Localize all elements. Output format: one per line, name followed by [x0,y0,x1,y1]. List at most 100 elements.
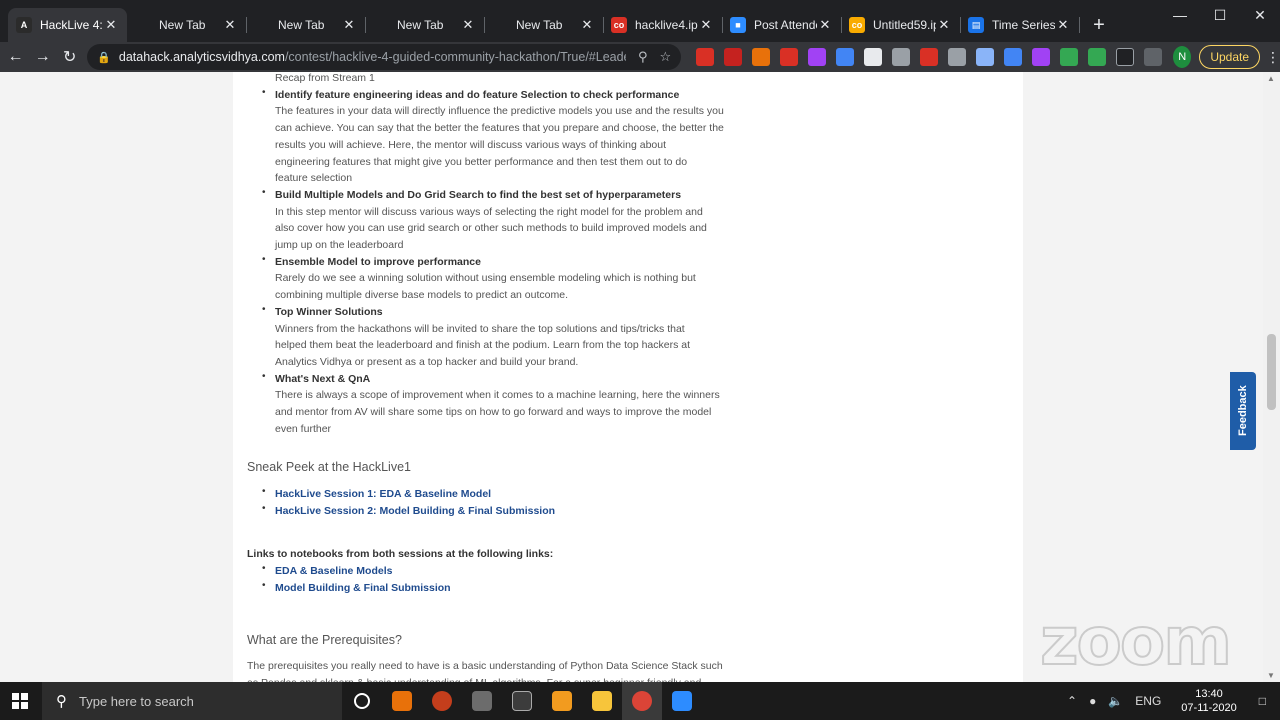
address-bar[interactable]: 🔒 datahack.analyticsvidhya.com /contest/… [87,44,682,70]
scrollbar-thumb[interactable] [1267,334,1276,410]
extension-icon[interactable] [1088,48,1107,66]
section-line: There is always a scope of improvement w… [275,389,720,402]
scroll-down-icon[interactable]: ▼ [1267,671,1275,680]
tab-close-icon[interactable]: ✕ [698,17,714,33]
network-icon[interactable]: ● [1089,694,1096,708]
chrome-icon[interactable] [622,682,662,720]
tab-label: Post Attendee [754,18,817,32]
extension-icon[interactable] [1004,48,1023,66]
section-line: Analytics Vidhya or present as a top hac… [275,355,579,368]
bullet-dot: • [262,86,266,98]
tab-7[interactable]: co Untitled59.ipy✕ [841,8,961,42]
section-title: What's Next & QnA [275,372,371,385]
tab-0[interactable]: A HackLive 4: Gu✕ [8,8,127,42]
forward-button[interactable]: → [31,43,54,71]
extension-icon[interactable] [1060,48,1079,66]
tab-favicon-icon: co [849,17,865,33]
sublime-text-icon[interactable] [542,682,582,720]
url-host: datahack.analyticsvidhya.com [118,50,285,64]
sneak-peek-heading: Sneak Peek at the HackLive1 [247,460,411,474]
maximize-icon[interactable]: ☐ [1200,0,1240,30]
system-tray: ⌃ ● 🔈 ENG 13:40 07-11-2020 □ [1061,682,1280,720]
extension-icon[interactable] [808,48,827,66]
extension-icon[interactable] [1116,48,1135,66]
tab-close-icon[interactable]: ✕ [103,17,119,33]
tab-close-icon[interactable]: ✕ [222,17,238,33]
tab-close-icon[interactable]: ✕ [1055,17,1071,33]
app-icon[interactable] [382,682,422,720]
tab-separator [1079,17,1080,33]
tab-close-icon[interactable]: ✕ [341,17,357,33]
section-title: Build Multiple Models and Do Grid Search… [275,188,682,201]
cortana-icon[interactable] [342,682,382,720]
bullet-dot: • [262,186,266,198]
tab-favicon-icon [373,17,389,33]
extension-icon[interactable] [976,48,995,66]
extension-icon[interactable] [752,48,771,66]
taskbar-search-placeholder: Type here to search [79,693,194,709]
scroll-up-icon[interactable]: ▲ [1267,74,1275,83]
clock[interactable]: 13:40 07-11-2020 [1181,687,1236,715]
tab-close-icon[interactable]: ✕ [936,17,952,33]
tab-favicon-icon: co [611,17,627,33]
extension-icon[interactable] [780,48,799,66]
adblock-extension-icon[interactable] [696,48,715,66]
scrollbar[interactable]: ▲ ▼ [1263,72,1280,682]
bullet-dot: • [262,579,266,591]
volume-icon[interactable]: 🔈 [1108,694,1123,708]
extension-icon[interactable] [892,48,911,66]
tab-3[interactable]: New Tab ✕ [365,8,485,42]
session-link[interactable]: HackLive Session 2: Model Building & Fin… [275,503,555,520]
file-explorer-icon[interactable] [582,682,622,720]
app-icon[interactable] [462,682,502,720]
update-button[interactable]: Update [1199,45,1261,69]
tab-label: New Tab [278,18,325,32]
tab-favicon-icon [254,17,270,33]
back-button[interactable]: ← [4,43,27,71]
tab-close-icon[interactable]: ✕ [579,17,595,33]
tab-favicon-icon [135,17,151,33]
extension-icon[interactable] [724,48,743,66]
prerequisites-heading: What are the Prerequisites? [247,633,402,647]
windows-start-icon[interactable] [0,682,40,720]
search-icon[interactable]: ⚲ [638,49,648,65]
tab-1[interactable]: New Tab ✕ [127,8,247,42]
profile-avatar[interactable]: N [1173,46,1192,68]
zoom-app-icon[interactable] [662,682,702,720]
new-tab-button[interactable]: + [1085,8,1113,42]
extension-icon[interactable] [1032,48,1051,66]
minimize-icon[interactable]: — [1160,0,1200,30]
extensions-puzzle-icon[interactable] [1144,48,1163,66]
acrobat-icon[interactable] [920,48,939,66]
taskbar-search[interactable]: ⚲ Type here to search [42,682,342,720]
tab-5[interactable]: co hacklive4.ipyn✕ [603,8,723,42]
notebook-link[interactable]: Model Building & Final Submission [275,580,451,597]
terminal-icon[interactable] [502,682,542,720]
reload-button[interactable]: ↻ [58,43,81,71]
section-title: Identify feature engineering ideas and d… [275,88,680,101]
menu-kebab-icon[interactable]: ⋮ [1266,49,1280,66]
camera-icon[interactable] [948,48,967,66]
bullet-dot: • [262,253,266,265]
google-translate-icon[interactable] [836,48,855,66]
notifications-icon[interactable]: □ [1259,694,1266,708]
close-window-icon[interactable]: ✕ [1240,0,1280,30]
bookmark-star-icon[interactable]: ☆ [660,49,672,65]
tab-favicon-icon [492,17,508,33]
language-indicator[interactable]: ENG [1135,694,1161,708]
tab-2[interactable]: New Tab ✕ [246,8,366,42]
tab-6[interactable]: ■ Post Attendee✕ [722,8,842,42]
powerpoint-icon[interactable] [422,682,462,720]
url-path: /contest/hacklive-4-guided-community-hac… [284,50,626,64]
extensions-bar [691,48,1167,66]
tab-4[interactable]: New Tab ✕ [484,8,604,42]
notebook-link[interactable]: EDA & Baseline Models [275,563,392,580]
tab-8[interactable]: ▤ Time Series Fo✕ [960,8,1080,42]
word-icon[interactable] [864,48,883,66]
tab-close-icon[interactable]: ✕ [817,17,833,33]
feedback-button[interactable]: Feedback [1230,372,1256,450]
session-link[interactable]: HackLive Session 1: EDA & Baseline Model [275,486,491,503]
bullet-dot: • [262,370,266,382]
tab-close-icon[interactable]: ✕ [460,17,476,33]
chevron-up-icon[interactable]: ⌃ [1067,694,1077,708]
